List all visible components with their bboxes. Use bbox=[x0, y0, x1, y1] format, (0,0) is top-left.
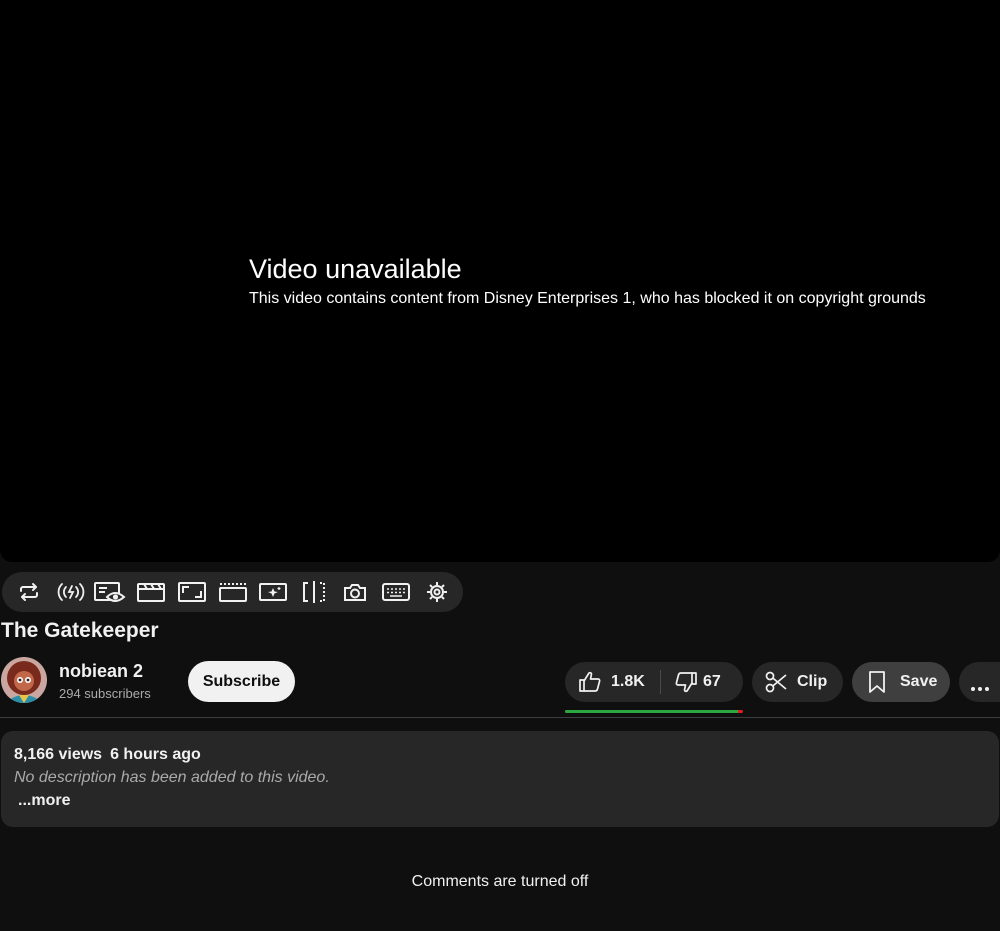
more-dots-icon bbox=[970, 679, 990, 691]
theater-mode-icon[interactable] bbox=[218, 580, 248, 604]
description-text: No description has been added to this vi… bbox=[14, 769, 330, 786]
video-title: The Gatekeeper bbox=[1, 619, 159, 642]
avatar[interactable] bbox=[1, 657, 47, 703]
dislike-count: 67 bbox=[703, 673, 721, 690]
bookmark-icon bbox=[864, 669, 890, 695]
channel-name[interactable]: nobiean 2 bbox=[59, 661, 143, 682]
scissors-icon bbox=[764, 669, 790, 695]
view-count: 8,166 views bbox=[14, 746, 103, 763]
more-actions-button[interactable] bbox=[959, 662, 1000, 702]
clip-label: Clip bbox=[797, 673, 828, 690]
watch-view-icon[interactable] bbox=[93, 580, 127, 604]
like-ratio-fill bbox=[565, 710, 738, 713]
subscriber-count: 294 subscribers bbox=[59, 686, 151, 701]
broadcast-icon[interactable] bbox=[55, 580, 87, 604]
enhance-screen-icon[interactable] bbox=[258, 580, 288, 604]
like-button[interactable]: 1.8K bbox=[565, 662, 660, 702]
error-title: Video unavailable bbox=[249, 254, 462, 284]
show-more-link[interactable]: ...more bbox=[18, 792, 70, 810]
gear-icon[interactable] bbox=[424, 580, 450, 604]
error-message: This video contains content from Disney … bbox=[249, 290, 926, 307]
keyboard-icon[interactable] bbox=[381, 580, 411, 604]
save-button[interactable]: Save bbox=[852, 662, 950, 702]
comments-status: Comments are turned off bbox=[411, 873, 589, 890]
thumbs-up-icon bbox=[577, 669, 603, 695]
like-ratio-bar bbox=[565, 710, 743, 713]
dislike-button[interactable]: 67 bbox=[661, 662, 743, 702]
view-stats: 8,166 views 6 hours ago bbox=[14, 746, 201, 764]
camera-icon[interactable] bbox=[342, 580, 368, 604]
section-divider bbox=[0, 717, 1000, 718]
split-view-icon[interactable] bbox=[301, 580, 327, 604]
like-dislike-group: 1.8K 67 bbox=[565, 662, 743, 702]
like-count: 1.8K bbox=[611, 673, 645, 690]
clip-button[interactable]: Clip bbox=[752, 662, 843, 702]
picture-in-picture-icon[interactable] bbox=[177, 580, 207, 604]
video-player[interactable]: Video unavailable This video contains co… bbox=[0, 0, 1000, 562]
save-label: Save bbox=[900, 673, 938, 690]
description-box[interactable]: 8,166 views 6 hours ago No description ha… bbox=[1, 731, 999, 827]
subscribe-button[interactable]: Subscribe bbox=[188, 661, 295, 702]
upload-time: 6 hours ago bbox=[110, 746, 201, 763]
thumbs-down-icon bbox=[673, 669, 699, 695]
player-tools-bar bbox=[2, 572, 463, 612]
clapperboard-icon[interactable] bbox=[136, 580, 166, 604]
loop-icon[interactable] bbox=[16, 580, 42, 604]
